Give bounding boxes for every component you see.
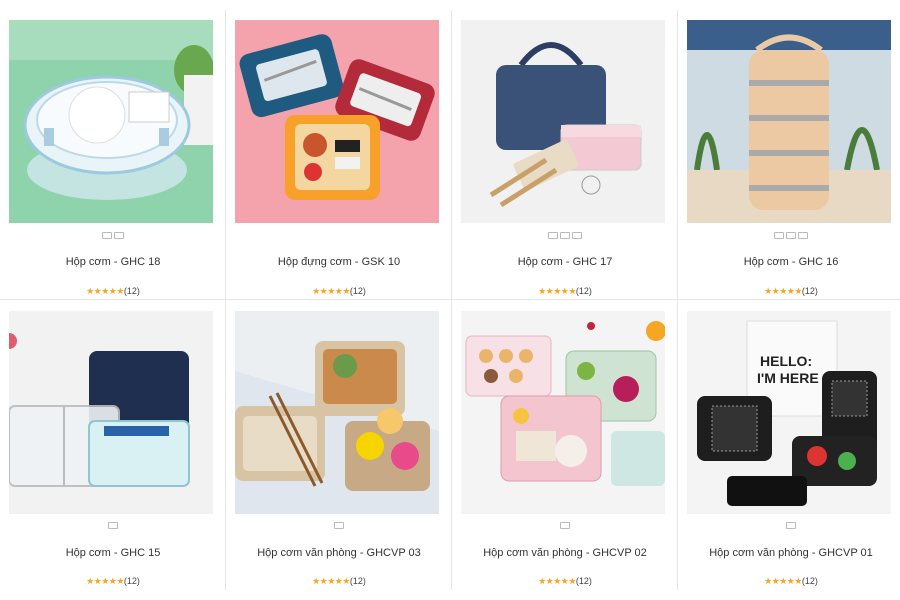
- product-image[interactable]: [461, 20, 665, 223]
- carousel-dots[interactable]: [678, 522, 900, 529]
- product-rating: ★★★★★(12): [0, 286, 226, 297]
- product-rating: ★★★★★(12): [452, 576, 678, 587]
- product-image[interactable]: [235, 20, 439, 223]
- carousel-dots[interactable]: [452, 522, 678, 529]
- product-name[interactable]: Hộp cơm - GHC 18: [0, 256, 226, 268]
- carousel-dots[interactable]: [452, 232, 678, 239]
- review-count: (12): [801, 576, 818, 586]
- product-image[interactable]: [9, 20, 213, 223]
- review-count: (12): [575, 286, 592, 296]
- product-name[interactable]: Hộp cơm - GHC 15: [0, 547, 226, 559]
- product-card[interactable]: Hộp cơm - GHC 15 ★★★★★(12): [0, 300, 226, 590]
- product-rating: ★★★★★(12): [678, 576, 900, 587]
- product-image[interactable]: [235, 311, 439, 514]
- star-rating-icon: ★★★★★: [764, 576, 802, 586]
- product-rating: ★★★★★(12): [452, 286, 678, 297]
- product-rating: ★★★★★(12): [226, 576, 452, 587]
- product-name[interactable]: Hộp cơm văn phòng - GHCVP 01: [678, 547, 900, 559]
- product-card[interactable]: HELLO: I'M HERE Hộp cơm văn phòng - GHCV…: [678, 300, 900, 590]
- star-rating-icon: ★★★★★: [86, 286, 124, 296]
- product-rating: ★★★★★(12): [0, 576, 226, 587]
- product-card[interactable]: Hộp cơm văn phòng - GHCVP 02 ★★★★★(12): [452, 300, 678, 590]
- product-name[interactable]: Hộp cơm - GHC 16: [678, 256, 900, 268]
- product-rating: ★★★★★(12): [226, 286, 452, 297]
- product-name[interactable]: Hộp đựng cơm - GSK 10: [226, 256, 452, 268]
- product-image[interactable]: HELLO: I'M HERE: [687, 311, 891, 514]
- carousel-dots[interactable]: [678, 232, 900, 239]
- review-count: (12): [575, 576, 592, 586]
- star-rating-icon: ★★★★★: [538, 286, 576, 296]
- star-rating-icon: ★★★★★: [538, 576, 576, 586]
- product-card[interactable]: Hộp cơm văn phòng - GHCVP 03 ★★★★★(12): [226, 300, 452, 590]
- product-card[interactable]: Hộp cơm - GHC 16 ★★★★★(12): [678, 0, 900, 296]
- carousel-dots[interactable]: [0, 522, 226, 529]
- product-card[interactable]: Hộp cơm - GHC 18 ★★★★★(12): [0, 0, 226, 296]
- product-grid: Hộp cơm - GHC 18 ★★★★★(12) Hộp đựng cơm …: [0, 0, 900, 600]
- product-image[interactable]: [461, 311, 665, 514]
- product-rating: ★★★★★(12): [678, 286, 900, 297]
- star-rating-icon: ★★★★★: [312, 286, 350, 296]
- star-rating-icon: ★★★★★: [86, 576, 124, 586]
- svg-text:I'M HERE: I'M HERE: [757, 370, 819, 386]
- product-name[interactable]: Hộp cơm - GHC 17: [452, 256, 678, 268]
- carousel-dots[interactable]: [0, 232, 226, 239]
- star-rating-icon: ★★★★★: [312, 576, 350, 586]
- review-count: (12): [123, 286, 140, 296]
- review-count: (12): [123, 576, 140, 586]
- carousel-dots[interactable]: [226, 522, 452, 529]
- review-count: (12): [801, 286, 818, 296]
- product-card[interactable]: Hộp đựng cơm - GSK 10 ★★★★★(12): [226, 0, 452, 296]
- product-image[interactable]: [687, 20, 891, 223]
- product-card[interactable]: Hộp cơm - GHC 17 ★★★★★(12): [452, 0, 678, 296]
- star-rating-icon: ★★★★★: [764, 286, 802, 296]
- product-image[interactable]: [9, 311, 213, 514]
- review-count: (12): [349, 576, 366, 586]
- product-name[interactable]: Hộp cơm văn phòng - GHCVP 03: [226, 547, 452, 559]
- review-count: (12): [349, 286, 366, 296]
- poster-text: HELLO:: [760, 353, 812, 369]
- product-name[interactable]: Hộp cơm văn phòng - GHCVP 02: [452, 547, 678, 559]
